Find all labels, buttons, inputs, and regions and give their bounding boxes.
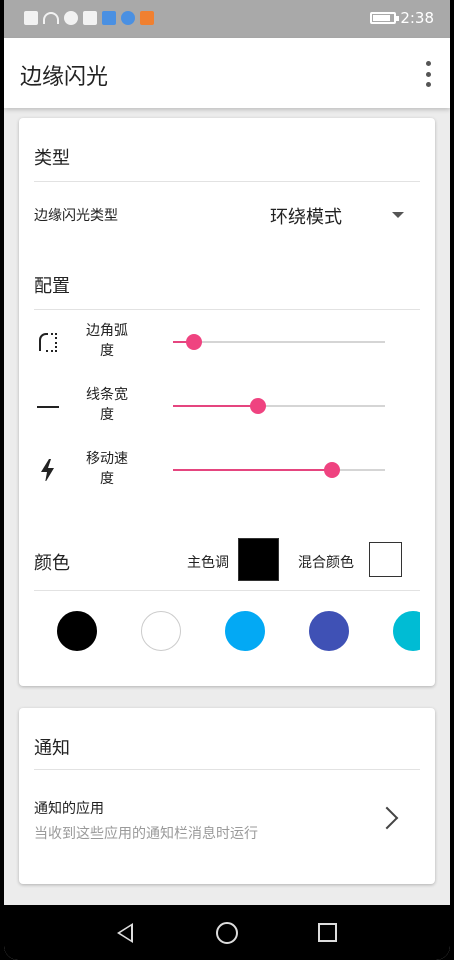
color-swatch[interactable] [141,611,181,651]
recent-apps-icon[interactable] [318,923,337,942]
corner-radius-row: 边角弧 度 [19,317,435,367]
notify-section-title: 通知 [34,738,70,759]
line-width-slider[interactable] [173,398,385,414]
move-speed-row: 移动速 度 [19,445,435,495]
notify-apps-item[interactable]: 通知的应用 当收到这些应用的通知栏消息时运行 [19,770,435,870]
color-section-title: 颜色 [34,553,70,574]
dropdown-arrow-icon [392,212,404,218]
corner-radius-label-1: 边角弧 [86,323,128,339]
divider [34,309,420,310]
type-section-title: 类型 [34,148,70,169]
app-notification-icon [64,11,78,25]
notify-apps-subtitle: 当收到这些应用的通知栏消息时运行 [34,826,258,842]
app-bar: 边缘闪光 [4,38,450,108]
back-icon[interactable] [117,923,133,943]
color-swatch[interactable] [225,611,265,651]
color-swatch[interactable] [57,611,97,651]
page-title: 边缘闪光 [20,65,109,90]
divider [34,181,420,182]
slider-thumb[interactable] [186,334,203,350]
slider-thumb[interactable] [249,398,266,414]
color-swatch-list [19,608,420,654]
color-swatch[interactable] [309,611,349,651]
screen: 2:38 边缘闪光 类型 边缘闪光类型 环绕模式 配置 边角弧 度 线条宽 度 … [4,0,450,960]
navigation-bar [4,905,450,960]
divider [34,590,420,591]
slider-thumb[interactable] [324,462,340,478]
move-speed-label-1: 移动速 [86,451,128,467]
notification-card: 通知 通知的应用 当收到这些应用的通知栏消息时运行 [19,708,435,884]
chevron-right-icon [375,806,399,830]
primary-color-label: 主色调 [187,555,229,571]
status-time: 2:38 [400,9,434,27]
status-bar: 2:38 [4,0,450,38]
move-speed-label-2: 度 [100,471,114,487]
corner-radius-icon [39,333,57,352]
config-section-title: 配置 [34,276,70,297]
home-icon[interactable] [216,922,238,944]
flash-type-label: 边缘闪光类型 [34,208,118,224]
corner-radius-slider[interactable] [173,334,385,350]
sim-icon [24,11,38,25]
primary-color-swatch[interactable] [238,538,279,581]
mix-color-swatch[interactable] [369,542,402,577]
line-width-label-1: 线条宽 [86,387,128,403]
color-swatch[interactable] [393,611,420,651]
notify-apps-title: 通知的应用 [34,801,104,817]
flash-type-value: 环绕模式 [270,207,342,228]
app-notification-icon [121,11,135,25]
line-width-row: 线条宽 度 [19,381,435,431]
corner-radius-label-2: 度 [100,343,114,359]
mix-color-label: 混合颜色 [298,555,354,571]
line-width-label-2: 度 [100,407,114,423]
move-speed-slider[interactable] [173,462,385,478]
app-notification-icon [83,11,97,25]
settings-card: 类型 边缘闪光类型 环绕模式 配置 边角弧 度 线条宽 度 移动速 度 颜色 主… [19,118,435,686]
lightning-icon [41,459,54,481]
battery-icon [370,12,400,24]
flash-type-dropdown[interactable]: 环绕模式 [270,203,410,231]
wifi-icon [43,12,59,24]
more-vertical-icon[interactable] [420,61,436,87]
app-notification-icon [102,11,116,25]
app-notification-icon [140,11,154,25]
line-width-icon [37,406,59,408]
status-icons [24,11,154,25]
